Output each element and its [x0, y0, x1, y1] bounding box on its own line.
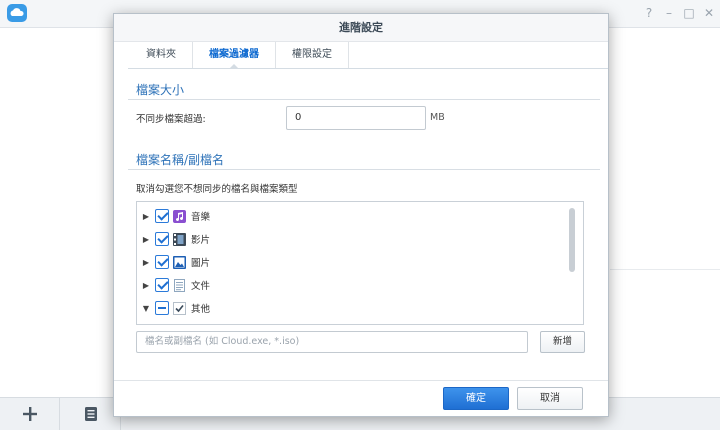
- close-icon[interactable]: ✕: [702, 5, 716, 21]
- tab-file-filter[interactable]: 檔案過濾器: [193, 42, 276, 69]
- add-task-button[interactable]: [0, 398, 60, 430]
- tree-item-label: 圖片: [191, 258, 211, 269]
- tree-item-image[interactable]: ▶ 圖片: [137, 251, 567, 273]
- image-icon: [173, 255, 186, 269]
- music-checkbox[interactable]: [155, 209, 169, 223]
- other-checkbox[interactable]: [155, 301, 169, 315]
- task-list-button[interactable]: [61, 398, 121, 430]
- tab-bar: 資料夾 檔案過濾器 權限設定: [130, 42, 349, 69]
- list-icon: [84, 407, 97, 421]
- music-icon: [173, 209, 186, 223]
- section-divider: [128, 169, 600, 170]
- size-limit-label: 不同步檔案超過:: [136, 114, 206, 125]
- expand-arrow-icon[interactable]: ▶: [137, 235, 155, 244]
- maximize-icon[interactable]: □: [682, 5, 696, 21]
- plus-icon: [22, 407, 37, 421]
- tree-item-video[interactable]: ▶ 影片: [137, 228, 567, 250]
- image-checkbox[interactable]: [155, 255, 169, 269]
- file-type-tree: ▶ 音樂 ▶ 影片 ▶ 圖片 ▶ 文件 ▼ 其他: [136, 201, 584, 325]
- advanced-settings-dialog: 進階設定 資料夾 檔案過濾器 權限設定 檔案大小 不同步檔案超過: 0 MB 檔…: [113, 13, 609, 417]
- cloud-station-logo-icon: [6, 3, 28, 23]
- help-icon[interactable]: ?: [642, 5, 656, 21]
- expand-arrow-icon[interactable]: ▶: [137, 258, 155, 267]
- tab-permissions[interactable]: 權限設定: [276, 42, 349, 68]
- tree-item-label: 文件: [191, 281, 211, 292]
- minimize-icon[interactable]: –: [662, 5, 676, 21]
- tree-scrollbar[interactable]: [569, 208, 575, 272]
- tree-item-music[interactable]: ▶ 音樂: [137, 205, 567, 227]
- tree-item-other[interactable]: ▼ 其他: [137, 297, 567, 319]
- tree-item-label: 影片: [191, 235, 211, 246]
- dialog-content: 檔案大小 不同步檔案超過: 0 MB 檔案名稱/副檔名 取消勾選您不想同步的檔名…: [114, 69, 608, 380]
- file-type-description: 取消勾選您不想同步的檔名與檔案類型: [136, 184, 298, 195]
- document-icon: [173, 278, 186, 292]
- tree-item-label: 音樂: [191, 212, 211, 223]
- expand-arrow-icon[interactable]: ▶: [137, 212, 155, 221]
- add-pattern-button[interactable]: 新增: [540, 331, 585, 353]
- file-name-section-title: 檔案名稱/副檔名: [136, 153, 225, 167]
- cancel-button[interactable]: 取消: [517, 387, 583, 410]
- tab-folders[interactable]: 資料夾: [130, 42, 193, 68]
- document-checkbox[interactable]: [155, 278, 169, 292]
- tree-item-label: 其他: [191, 304, 211, 315]
- footer-divider: [114, 380, 608, 381]
- ok-button[interactable]: 確定: [443, 387, 509, 410]
- divider: [610, 269, 720, 270]
- dialog-title: 進階設定: [114, 14, 608, 42]
- expand-arrow-icon[interactable]: ▶: [137, 281, 155, 290]
- filename-pattern-input[interactable]: 檔名或副檔名 (如 Cloud.exe, *.iso): [136, 331, 528, 353]
- size-limit-input[interactable]: 0: [286, 106, 426, 130]
- section-divider: [128, 99, 600, 100]
- size-unit-label: MB: [430, 112, 445, 123]
- video-checkbox[interactable]: [155, 232, 169, 246]
- video-icon: [173, 232, 186, 246]
- other-icon: [173, 301, 186, 315]
- file-size-section-title: 檔案大小: [136, 83, 185, 97]
- collapse-arrow-icon[interactable]: ▼: [137, 304, 155, 313]
- tree-item-document[interactable]: ▶ 文件: [137, 274, 567, 296]
